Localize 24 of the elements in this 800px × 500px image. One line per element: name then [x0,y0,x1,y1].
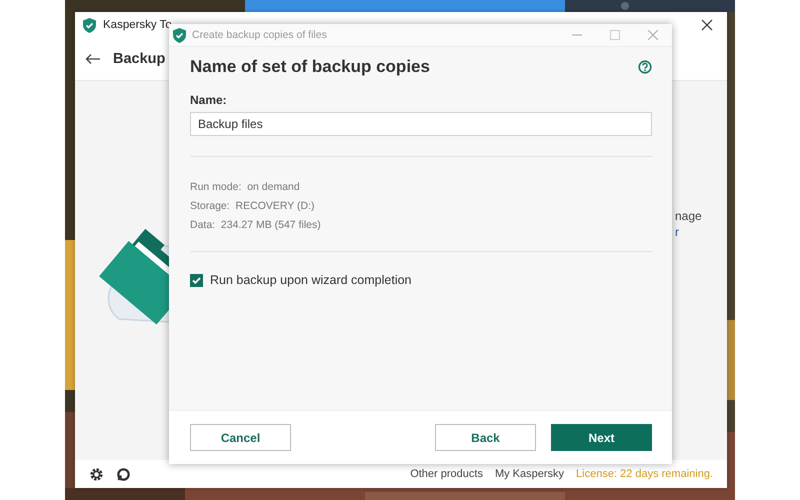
description-text: nage [675,209,702,223]
settings-icon[interactable] [89,466,104,482]
detail-text: Storage: RECOVERY (D:) [190,200,316,212]
description-text: r [675,225,680,239]
close-icon[interactable] [701,19,713,31]
footer-link[interactable]: Other products [410,468,483,480]
name-field[interactable]: Backup files [190,112,652,136]
checkbox-label[interactable]: Run backup upon wizard completion [210,273,412,287]
next-button[interactable]: Next [551,424,652,451]
field-label: Name: [190,93,228,107]
back-button[interactable]: Back [435,424,536,451]
support-icon[interactable] [116,466,131,482]
cancel-button[interactable]: Cancel [190,424,291,451]
detail-text: Data: 234.27 MB (547 files) [190,219,322,231]
help-icon[interactable] [638,60,652,74]
dialog-title: Create backup copies of files [192,29,327,41]
footer-link[interactable]: My Kaspersky [494,468,564,480]
shield-icon [173,28,186,42]
shield-icon [83,18,96,32]
checkbox[interactable] [190,274,203,286]
back-arrow-icon[interactable] [85,53,101,65]
detail-text: Run mode: on demand [190,181,301,193]
page-heading: Backup [113,51,166,67]
dialog-heading: Name of set of backup copies [190,57,430,77]
